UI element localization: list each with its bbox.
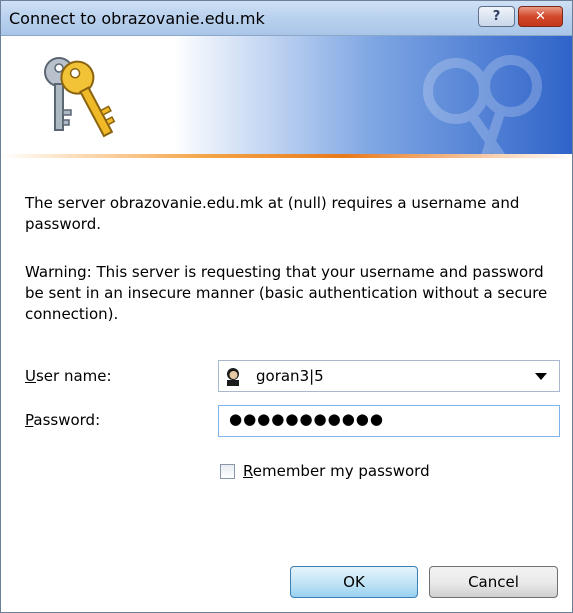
- remember-password-option[interactable]: Remember my password: [220, 460, 430, 482]
- cancel-button[interactable]: Cancel: [429, 566, 558, 598]
- username-value: goran3|5: [256, 367, 324, 385]
- remember-password-label[interactable]: Remember my password: [243, 462, 430, 480]
- remember-label-text: emember my password: [252, 462, 430, 480]
- password-mask: ●●●●●●●●●●●: [229, 410, 384, 428]
- banner-divider: [1, 154, 572, 158]
- security-warning: Warning: This server is requesting that …: [25, 263, 548, 323]
- username-accelerator: U: [25, 367, 36, 385]
- remember-password-checkbox[interactable]: [220, 463, 235, 479]
- username-combobox[interactable]: goran3|5: [218, 360, 560, 392]
- keys-watermark-icon: [423, 55, 542, 154]
- help-icon: ?: [492, 9, 501, 24]
- help-button[interactable]: ?: [478, 6, 515, 27]
- credentials-dialog: Connect to obrazovanie.edu.mk ? ✕ The se…: [0, 0, 573, 613]
- keys-icon: [44, 57, 116, 138]
- ok-button[interactable]: OK: [290, 566, 418, 598]
- server-message: The server obrazovanie.edu.mk at (null) …: [25, 194, 520, 233]
- username-label-text: ser name:: [35, 367, 112, 385]
- chevron-down-icon[interactable]: [535, 373, 547, 380]
- window-title: Connect to obrazovanie.edu.mk: [9, 9, 265, 28]
- password-label: Password:: [25, 411, 100, 429]
- username-label: User name:: [25, 367, 112, 385]
- title-bar[interactable]: Connect to obrazovanie.edu.mk ? ✕: [1, 1, 572, 36]
- password-label-text: assword:: [33, 411, 101, 429]
- user-icon: [227, 368, 239, 386]
- close-button[interactable]: ✕: [518, 6, 563, 27]
- remember-accelerator: R: [243, 462, 253, 480]
- password-field[interactable]: ●●●●●●●●●●●: [218, 405, 560, 437]
- close-icon: ✕: [535, 9, 546, 24]
- banner: [1, 36, 572, 154]
